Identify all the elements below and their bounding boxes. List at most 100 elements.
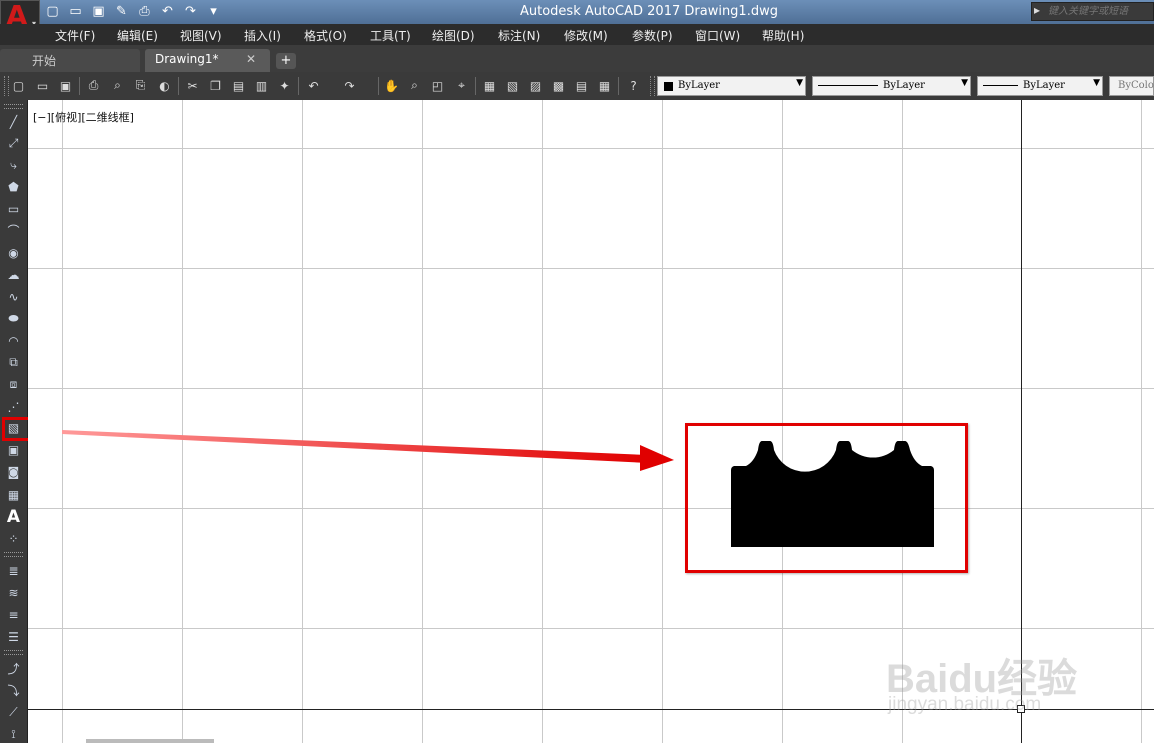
menu-view[interactable]: 视图(V)	[180, 27, 222, 44]
menu-draw[interactable]: 绘图(D)	[432, 27, 475, 44]
open-icon[interactable]: ▭	[67, 3, 84, 20]
add-selected-icon[interactable]: ⁘	[5, 530, 22, 547]
toolbar-grip[interactable]	[650, 76, 655, 96]
menu-format[interactable]: 格式(O)	[304, 27, 347, 44]
zoom-window-icon[interactable]: ◰	[430, 78, 445, 93]
sheet-set-icon[interactable]: ▩	[551, 78, 566, 93]
separator	[178, 77, 179, 95]
redo-icon[interactable]: ↷	[182, 3, 199, 20]
spline-icon[interactable]: ∿	[5, 288, 22, 305]
layer-previous-icon[interactable]: ≡	[5, 606, 22, 623]
new-tab-button[interactable]: +	[276, 53, 296, 69]
menu-file[interactable]: 文件(F)	[55, 27, 95, 44]
circle-icon[interactable]: ◉	[5, 244, 22, 261]
design-center-icon[interactable]: ▧	[505, 78, 520, 93]
publish-icon[interactable]: ⎘	[133, 78, 148, 93]
plot-preview-icon[interactable]: ⌕	[110, 78, 125, 93]
properties-icon[interactable]: ▦	[482, 78, 497, 93]
redo-icon[interactable]: ↷	[342, 78, 357, 93]
window-title: Autodesk AutoCAD 2017 Drawing1.dwg	[520, 4, 778, 19]
toolbar-grip[interactable]	[4, 76, 9, 96]
standard-toolbar: ▢ ▭ ▣ ⎙ ⌕ ⎘ ◐ ✂ ❐ ▤ ▥ ✦ ↶ ↷ ✋ ⌕ ◰ ⌖ ▦ ▧ …	[0, 72, 1154, 101]
undo-icon[interactable]: ↶	[159, 3, 176, 20]
menu-edit[interactable]: 编辑(E)	[117, 27, 158, 44]
polygon-icon[interactable]: ⬟	[5, 178, 22, 195]
plot-icon[interactable]: ⎙	[136, 3, 153, 20]
ellipse-arc-icon[interactable]: ◠	[5, 332, 22, 349]
watermark: Baidu经验 jingyan.baidu.com	[886, 620, 1126, 730]
menu-parametric[interactable]: 参数(P)	[632, 27, 673, 44]
save-icon[interactable]: ▣	[90, 3, 107, 20]
linetype-dropdown[interactable]: ByLayer ▼	[812, 76, 971, 96]
block-attribute-icon[interactable]: ⟟	[5, 726, 22, 743]
arc-icon[interactable]: ⌒	[5, 222, 22, 239]
mtext-icon[interactable]: A	[5, 507, 22, 527]
insert-block-icon[interactable]: ⧉	[5, 354, 22, 371]
horizontal-scrollbar[interactable]	[86, 739, 214, 743]
point-icon[interactable]: ⋰	[5, 398, 22, 415]
chevron-down-icon: ▼	[796, 78, 803, 88]
menu-help[interactable]: 帮助(H)	[762, 27, 804, 44]
menu-modify[interactable]: 修改(M)	[564, 27, 608, 44]
open-icon[interactable]: ▭	[35, 78, 50, 93]
new-icon[interactable]: ▢	[44, 3, 61, 20]
menu-tools[interactable]: 工具(T)	[370, 27, 411, 44]
revision-cloud-icon[interactable]: ☁	[5, 266, 22, 283]
region-icon[interactable]: ◙	[5, 463, 22, 480]
copy-icon[interactable]: ❐	[208, 78, 223, 93]
toolbar-grip[interactable]	[4, 650, 23, 655]
edit-attribute-icon[interactable]: ⟋	[5, 704, 22, 721]
spline-edit-icon[interactable]: ⤵	[5, 682, 22, 699]
ellipse-icon[interactable]: ⬬	[5, 310, 22, 327]
line-icon[interactable]: ╱	[5, 113, 22, 130]
separator	[378, 77, 379, 95]
menu-window[interactable]: 窗口(W)	[695, 27, 740, 44]
linetype-value: ByLayer	[883, 80, 925, 91]
layer-match-icon[interactable]: ☰	[5, 628, 22, 645]
zoom-realtime-icon[interactable]: ⌕	[407, 78, 422, 93]
match-properties-icon[interactable]: ▥	[254, 78, 269, 93]
color-dropdown[interactable]: ByLayer ▼	[657, 76, 806, 96]
table-icon[interactable]: ▦	[5, 486, 22, 503]
tab-start[interactable]: 开始	[0, 49, 140, 72]
block-editor-icon[interactable]: ✦	[277, 78, 292, 93]
plot-icon[interactable]: ⎙	[86, 78, 101, 93]
search-input[interactable]	[1046, 3, 1153, 20]
toolbar-grip[interactable]	[4, 104, 23, 109]
rectangle-icon[interactable]: ▭	[5, 200, 22, 217]
markup-icon[interactable]: ▤	[574, 78, 589, 93]
color-value: ByLayer	[678, 80, 720, 91]
make-block-icon[interactable]: ⧈	[5, 376, 22, 393]
close-icon[interactable]: ✕	[246, 52, 256, 66]
pan-icon[interactable]: ✋	[384, 78, 399, 93]
toolbar-grip[interactable]	[4, 552, 23, 557]
layer-icon[interactable]: ≣	[5, 562, 22, 579]
tool-palettes-icon[interactable]: ▨	[528, 78, 543, 93]
cut-icon[interactable]: ✂	[185, 78, 200, 93]
tab-drawing1[interactable]: Drawing1* ✕	[145, 49, 270, 72]
drawing-canvas[interactable]: [−][俯视][二维线框] Baidu经验 jingyan.baidu.com	[28, 100, 1154, 743]
construction-line-icon[interactable]: ⤢	[5, 135, 22, 152]
save-icon[interactable]: ▣	[58, 78, 73, 93]
zoom-previous-icon[interactable]: ⌖	[454, 78, 469, 93]
3d-dwf-icon[interactable]: ◐	[157, 78, 172, 93]
search-arrow-icon[interactable]: ▸	[1034, 3, 1040, 17]
menu-insert[interactable]: 插入(I)	[244, 27, 281, 44]
tab-start-label: 开始	[32, 54, 57, 68]
calculator-icon[interactable]: ▦	[597, 78, 612, 93]
paste-icon[interactable]: ▤	[231, 78, 246, 93]
color-swatch	[664, 82, 673, 91]
gradient-icon[interactable]: ▣	[5, 441, 22, 458]
search-box: ▸	[1031, 2, 1154, 21]
saveas-icon[interactable]: ✎	[113, 3, 130, 20]
undo-icon[interactable]: ↶	[306, 78, 321, 93]
help-icon[interactable]: ?	[626, 78, 641, 93]
layer-states-icon[interactable]: ≋	[5, 584, 22, 601]
menu-dimension[interactable]: 标注(N)	[498, 27, 540, 44]
lineweight-dropdown[interactable]: ByLayer ▼	[977, 76, 1103, 96]
customize-icon[interactable]: ▾	[205, 3, 222, 20]
new-icon[interactable]: ▢	[11, 78, 26, 93]
polyline-edit-icon[interactable]: ⤴	[5, 660, 22, 677]
polyline-icon[interactable]: ⤷	[5, 157, 22, 174]
plotstyle-dropdown[interactable]: ByColo	[1109, 76, 1154, 96]
